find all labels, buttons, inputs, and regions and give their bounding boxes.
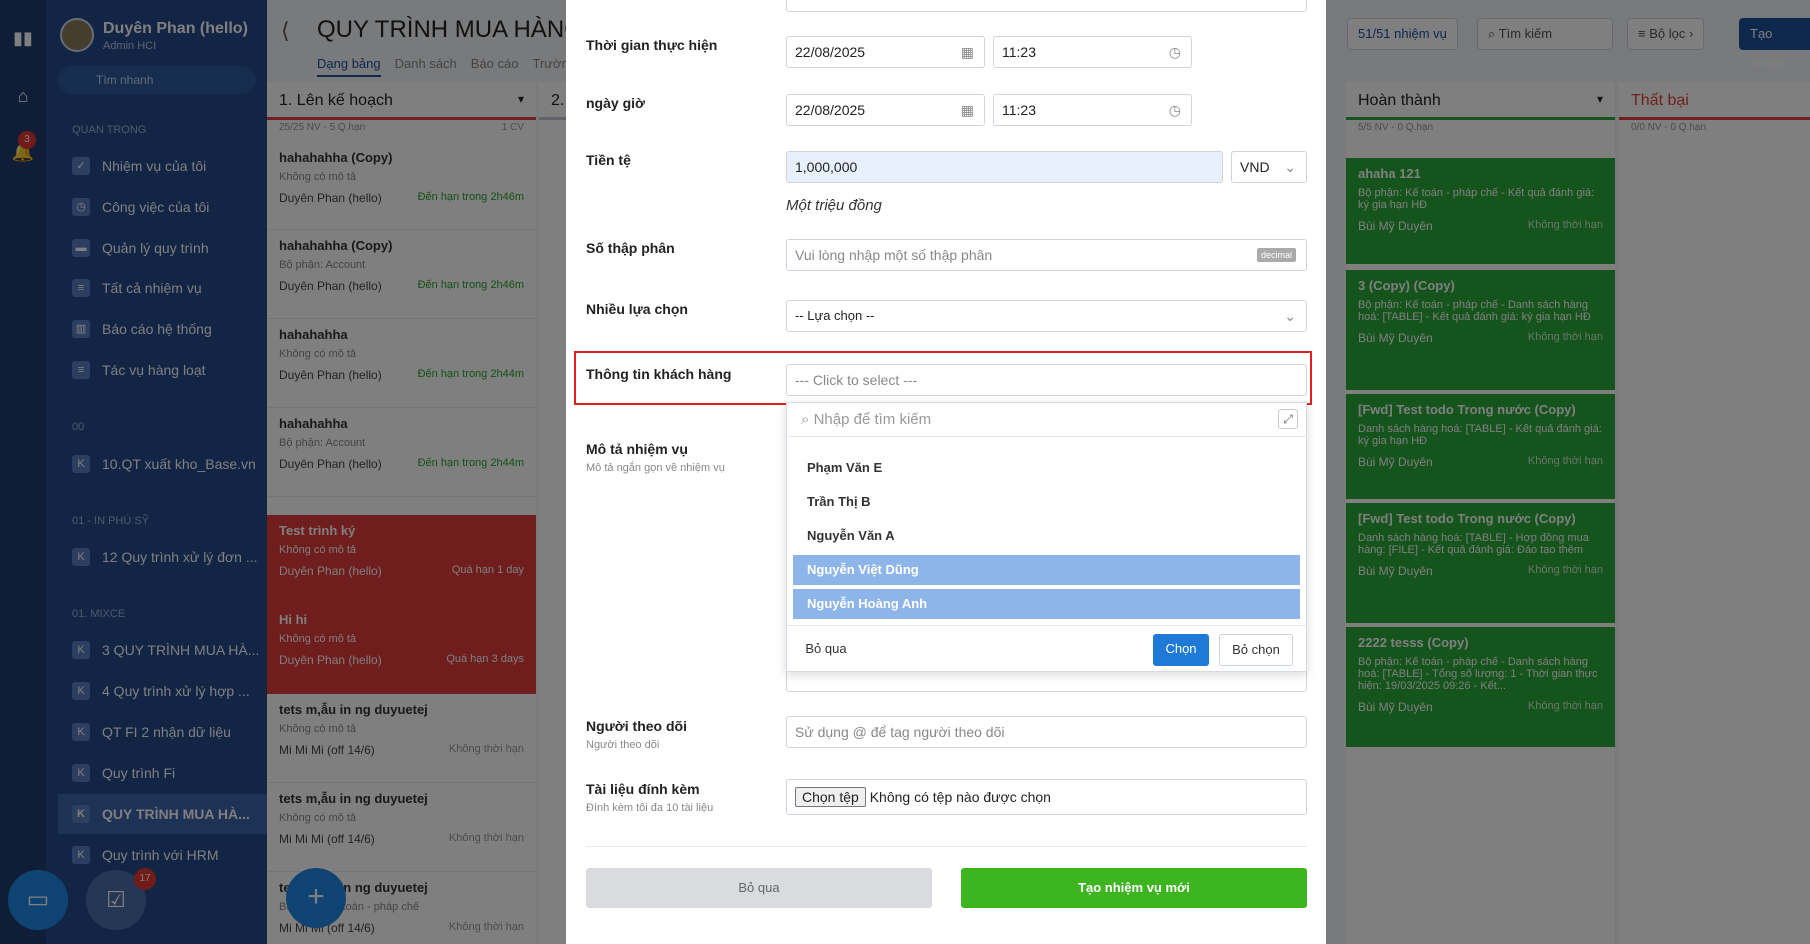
field-label: ngày giờ xyxy=(586,95,645,111)
calendar-icon: ▦ xyxy=(960,102,974,118)
dropdown-option-selected[interactable]: Nguyễn Việt Dũng xyxy=(793,555,1300,585)
field-hint: Người theo dõi xyxy=(586,739,660,751)
field-label: Thời gian thực hiện xyxy=(586,37,718,53)
dropdown-skip-button[interactable]: Bỏ qua xyxy=(801,634,851,666)
multi-select[interactable]: -- Lựa chọn -- ⌄ xyxy=(786,300,1307,332)
decimal-tag: decimal xyxy=(1256,248,1296,262)
time-input[interactable]: 11:23 ◷ xyxy=(993,36,1192,68)
dropdown-option[interactable]: Nguyễn Văn A xyxy=(793,521,1300,551)
decimal-input[interactable]: Vui lòng nhập một số thập phân decimal xyxy=(786,239,1307,271)
chevron-down-icon: ⌄ xyxy=(1284,308,1296,324)
dropdown-choose-button[interactable]: Chọn xyxy=(1153,634,1209,666)
field-label: Tài liệu đính kèm xyxy=(586,781,700,797)
chevron-down-icon: ⌄ xyxy=(1284,159,1296,175)
create-task-submit-button[interactable]: Tạo nhiệm vụ mới xyxy=(961,868,1307,908)
date-input[interactable]: 22/08/2025 ▦ xyxy=(786,36,985,68)
customer-dropdown: ⌕ Nhập để tìm kiếm ⤢ Phạm Văn E Trần Thị… xyxy=(786,402,1307,672)
top-input-partial[interactable] xyxy=(786,0,1307,12)
follower-input[interactable]: Sử dụng @ để tag người theo dõi xyxy=(786,716,1307,748)
dropdown-option[interactable]: Phạm Văn E xyxy=(793,453,1300,483)
field-label: Thông tin khách hàng xyxy=(586,366,732,382)
time-input[interactable]: 11:23 ◷ xyxy=(993,94,1192,126)
dropdown-option-selected[interactable]: Nguyễn Hoàng Anh xyxy=(793,589,1300,619)
currency-in-words: Một triệu đồng xyxy=(786,197,882,214)
expand-icon[interactable]: ⤢ xyxy=(1278,409,1298,429)
field-label: Người theo dõi xyxy=(586,718,687,734)
cancel-button[interactable]: Bỏ qua xyxy=(586,868,932,908)
clock-icon: ◷ xyxy=(1168,102,1181,118)
create-task-modal: Thời gian thực hiện 22/08/2025 ▦ 11:23 ◷ n… xyxy=(566,0,1326,944)
field-label: Nhiều lựa chọn xyxy=(586,301,688,317)
field-label: Mô tả nhiệm vụ xyxy=(586,441,688,457)
file-input[interactable]: Chọn tệp Không có tệp nào được chọn xyxy=(786,779,1307,815)
calendar-icon: ▦ xyxy=(960,44,974,60)
dropdown-search: ⌕ Nhập để tìm kiếm xyxy=(801,411,932,428)
choose-file-button[interactable]: Chọn tệp xyxy=(795,787,866,807)
divider xyxy=(787,625,1306,626)
field-label: Số thập phân xyxy=(586,240,675,256)
dropdown-unchoose-button[interactable]: Bỏ chọn xyxy=(1219,634,1293,666)
dropdown-option[interactable]: Trần Thị B xyxy=(793,487,1300,517)
field-label: Tiền tệ xyxy=(586,152,631,168)
currency-input[interactable]: 1,000,000 xyxy=(786,151,1223,183)
customer-select[interactable]: --- Click to select --- xyxy=(786,364,1307,396)
clock-icon: ◷ xyxy=(1168,44,1181,60)
date-input[interactable]: 22/08/2025 ▦ xyxy=(786,94,985,126)
divider xyxy=(586,846,1307,847)
search-icon: ⌕ xyxy=(801,411,814,428)
currency-select[interactable]: VND ⌄ xyxy=(1231,151,1307,183)
field-hint: Mô tả ngắn gọn về nhiệm vụ xyxy=(586,462,725,474)
field-hint: Đính kèm tối đa 10 tài liệu xyxy=(586,802,714,814)
